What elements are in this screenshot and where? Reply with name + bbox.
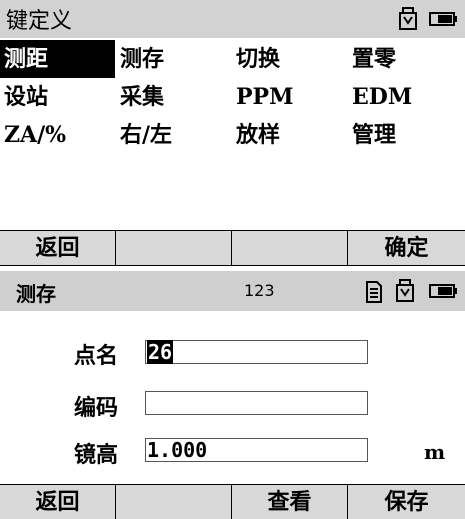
save-button[interactable]: 保存 [348,485,465,519]
return-button[interactable]: 返回 [0,485,116,519]
top-title-bar: 键定义 [0,0,465,38]
target-height-label: 镜高 [74,442,119,468]
point-name-value: 26 [147,340,174,364]
code-input[interactable] [145,391,368,415]
key-cell-2-3[interactable]: 管理 [348,116,463,154]
confirm-button[interactable]: 确定 [348,231,465,265]
point-name-input[interactable]: 26 [145,340,368,364]
key-cell-1-3[interactable]: EDM [348,78,463,116]
key-cell-0-2[interactable]: 切换 [232,40,347,78]
return-button[interactable]: 返回 [0,231,116,265]
bottom-softkey-bar: 返回 查看 保存 [0,484,465,519]
target-height-value: 1.000 [147,438,208,462]
input-mode: 123 [244,281,275,300]
memory-card-icon [366,281,382,303]
target-height-input[interactable]: 1.000 [145,438,368,462]
code-label: 编码 [74,395,119,421]
target-height-unit: m [424,440,446,464]
bottom-title: 测存 [16,282,56,306]
key-cell-2-1[interactable]: 右/左 [116,116,231,154]
key-cell-0-1[interactable]: 测存 [116,40,231,78]
usb-icon [396,279,414,302]
bottom-title-bar: 测存 123 [0,271,465,311]
key-cell-1-1[interactable]: 采集 [116,78,231,116]
softkey-blank[interactable] [116,485,232,519]
top-softkey-bar: 返回 确定 [0,230,465,266]
softkey-blank-1[interactable] [116,231,232,265]
top-title: 键定义 [6,9,73,34]
key-cell-2-2[interactable]: 放样 [232,116,347,154]
softkey-blank-2[interactable] [232,231,348,265]
usb-icon [399,7,417,30]
battery-icon [429,284,457,298]
key-cell-0-0[interactable]: 测距 [0,40,115,78]
point-name-label: 点名 [74,343,119,369]
key-cell-1-0[interactable]: 设站 [0,78,115,116]
key-cell-2-0[interactable]: ZA/% [0,116,115,154]
key-cell-0-3[interactable]: 置零 [348,40,463,78]
view-button[interactable]: 查看 [232,485,348,519]
key-cell-1-2[interactable]: PPM [232,78,347,116]
battery-icon [429,12,457,26]
